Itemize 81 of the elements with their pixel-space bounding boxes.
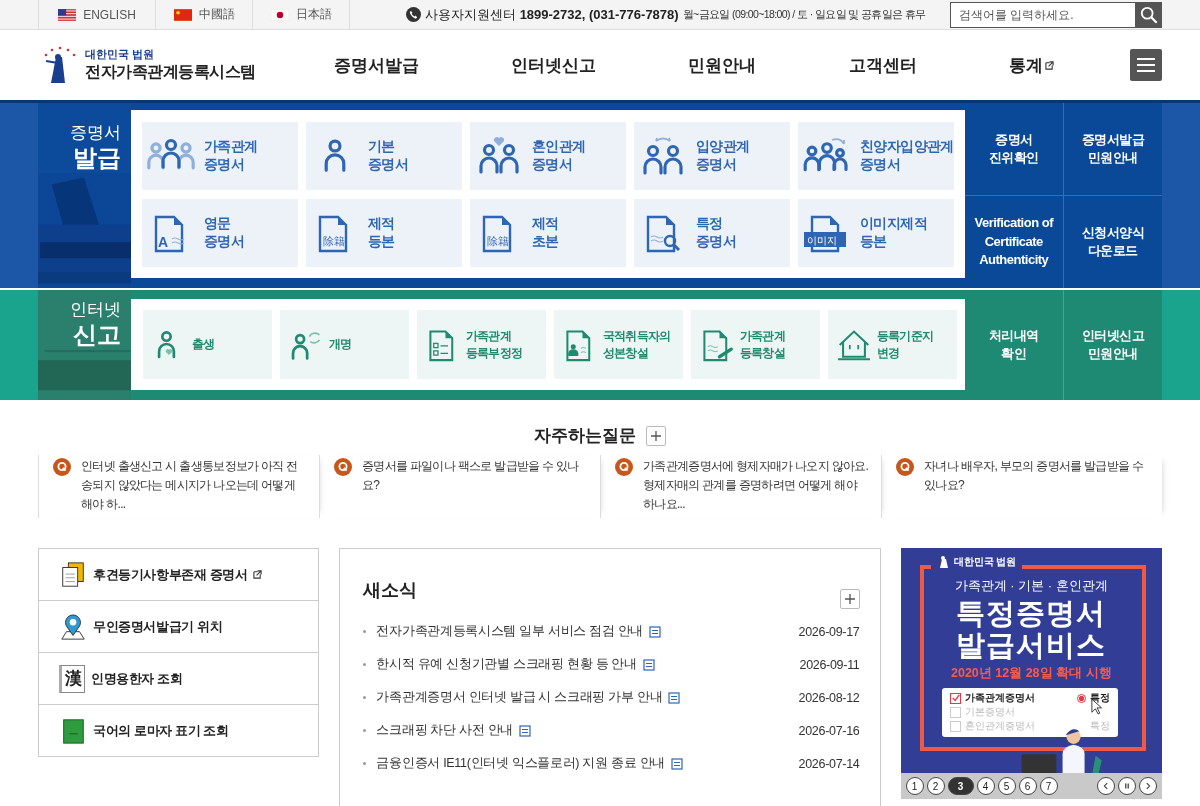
service-tile[interactable]: 가족관계 등록부정정: [417, 310, 546, 379]
service-tile[interactable]: 개명: [280, 310, 409, 379]
quick-link[interactable]: 증명서발급 민원안내: [1063, 103, 1162, 196]
service-tile[interactable]: 이미지 이미지제적 등본: [798, 199, 954, 267]
service-tile[interactable]: 친양자입양관계 증명서: [798, 122, 954, 190]
page-button[interactable]: 1: [905, 777, 924, 795]
banner-headline: 특정증명서 발급서비스: [956, 597, 1107, 662]
service-tile[interactable]: 입양관계 증명서: [634, 122, 790, 190]
service-tile[interactable]: 가족관계 증명서: [142, 122, 298, 190]
service-tile[interactable]: 기본 증명서: [306, 122, 462, 190]
service-tile[interactable]: 특정 증명서: [634, 199, 790, 267]
service-tile[interactable]: 혼인관계 증명서: [470, 122, 626, 190]
quick-link[interactable]: 증명서 진위확인: [965, 103, 1064, 196]
organization-name: 대한민국 법원: [85, 47, 156, 62]
icon-label: 이미지: [807, 234, 837, 246]
page-button[interactable]: 3: [947, 777, 974, 795]
nav-menu-item[interactable]: 고객센터: [848, 53, 917, 77]
news-link[interactable]: 전자가족관계등록시스템 일부 서비스 점검 안내: [376, 623, 644, 640]
icon-label: 除籍: [322, 235, 345, 247]
section-subtitle: 증명서: [70, 122, 121, 144]
quick-link[interactable]: Verification of Certificate Authenticity: [965, 195, 1064, 288]
quick-link-item[interactable]: 후견등기사항부존재 증명서: [39, 549, 319, 601]
language-link[interactable]: 日本語: [253, 0, 350, 29]
language-link[interactable]: 中國語: [156, 0, 253, 29]
promo-banner[interactable]: 대한민국 법원 가족관계 · 기본 · 혼인관계 특정증명서 발급서비스 2020년 12월 28일 확대 시행 가족관계증명서 특정 기본증명서 혼인관계증명서 특정: [900, 548, 1162, 773]
option-label: 기본증명서: [965, 705, 1016, 719]
news-date: 2026-08-12: [798, 690, 860, 705]
banner-notice: 2020년 12월 28일 확대 시행: [951, 664, 1112, 682]
site-title[interactable]: 전자가족관계등록시스템: [85, 62, 256, 83]
option-label: 특정: [1090, 719, 1111, 733]
service-tile[interactable]: 등록기준지 변경: [828, 310, 957, 379]
nav-menu-item[interactable]: 인터넷신고: [511, 53, 597, 77]
faq-question-link[interactable]: 증명서를 파일이나 팩스로 발급받을 수 있나요?: [362, 457, 588, 518]
news-title: 새소식: [363, 579, 418, 602]
faq-question-link[interactable]: 가족관계증명서에 형제자매가 나오지 않아요. 형제자매의 관계를 증명하려면 어떻게 해야 하나요...: [643, 457, 869, 518]
faq-title: 자주하는질문: [534, 425, 636, 447]
service-tile[interactable]: A 영문 증명서: [142, 199, 298, 267]
icon-label: A: [158, 234, 169, 250]
faq-question-link[interactable]: 자녀나 배우자, 부모의 증명서를 발급받을 수 있나요?: [924, 457, 1150, 518]
news-date: 2026-07-16: [798, 723, 860, 738]
faq-question-link[interactable]: 인터넷 출생신고 시 출생통보정보가 아직 전송되지 않았다는 메시지가 나오는데 어떻게 해야 하...: [81, 457, 307, 518]
quick-link-item[interactable]: 무인증명서발급기 위치: [39, 601, 319, 653]
icon-label: 除籍: [486, 235, 509, 247]
page-button[interactable]: 7: [1039, 777, 1058, 795]
news-date: 2026-09-11: [799, 657, 860, 672]
service-tile[interactable]: 除籍 제적 초본: [470, 199, 626, 267]
nav-menu-item[interactable]: 증명서발급: [334, 53, 420, 77]
news-link[interactable]: 금융인증서 IE11(인터넷 익스플로러) 지원 종료 안내: [376, 755, 665, 772]
news-link[interactable]: 스크래핑 차단 사전 안내: [376, 722, 513, 739]
support-center-text: 사용자지원센터 1899-2732, (031-776-7878): [425, 5, 679, 24]
search-field[interactable]: 검색어를 입력하세요.: [950, 1, 1136, 28]
banner-subtitle: 가족관계 · 기본 · 혼인관계: [954, 577, 1108, 595]
service-tile[interactable]: 가족관계 등록창설: [691, 310, 820, 379]
news-date: 2026-07-14: [798, 756, 860, 771]
quick-link-item[interactable]: 국어의 로마자 표기 조회: [39, 705, 319, 756]
hanja-book-icon: 漢: [59, 664, 85, 693]
option-label: 혼인관계증명서: [965, 719, 1036, 733]
banner-organization: 대한민국 법원: [953, 555, 1017, 569]
news-link[interactable]: 한시적 유예 신청기관별 스크래핑 현황 등 안내: [376, 656, 637, 673]
service-tile[interactable]: 국적취득자의 성본창설: [554, 310, 683, 379]
option-label: 특정: [1090, 691, 1111, 705]
section-title: 발급: [73, 144, 121, 173]
language-link[interactable]: ENGLISH: [38, 0, 156, 29]
page-button[interactable]: 5: [997, 777, 1016, 795]
nav-menu-item[interactable]: 통계: [1008, 53, 1054, 77]
service-tile[interactable]: 除籍 제적 등본: [306, 199, 462, 267]
nav-menu-item[interactable]: 민원안내: [688, 53, 757, 77]
service-tile[interactable]: 출생: [143, 310, 272, 379]
quick-link[interactable]: 신청서양식 다운로드: [1063, 195, 1162, 288]
option-label: 가족관계증명서: [965, 691, 1036, 705]
page-button[interactable]: 4: [976, 777, 995, 795]
quick-link[interactable]: 처리내역 확인: [965, 290, 1064, 400]
section-title: 신고: [73, 321, 121, 350]
page-button[interactable]: 2: [926, 777, 945, 795]
news-link[interactable]: 가족관계증명서 인터넷 발급 시 스크래핑 가부 안내: [376, 689, 663, 706]
quick-link-item[interactable]: 漢 인명용한자 조회: [39, 653, 319, 705]
service-hours-text: 월~금요일 (09:00~18:00) / 토 · 일요일 및 공휴일은 휴무: [682, 7, 926, 22]
page-button[interactable]: 6: [1018, 777, 1037, 795]
news-date: 2026-09-17: [798, 624, 860, 639]
quick-link[interactable]: 인터넷신고 민원안내: [1063, 290, 1162, 400]
section-subtitle: 인터넷: [70, 299, 121, 321]
